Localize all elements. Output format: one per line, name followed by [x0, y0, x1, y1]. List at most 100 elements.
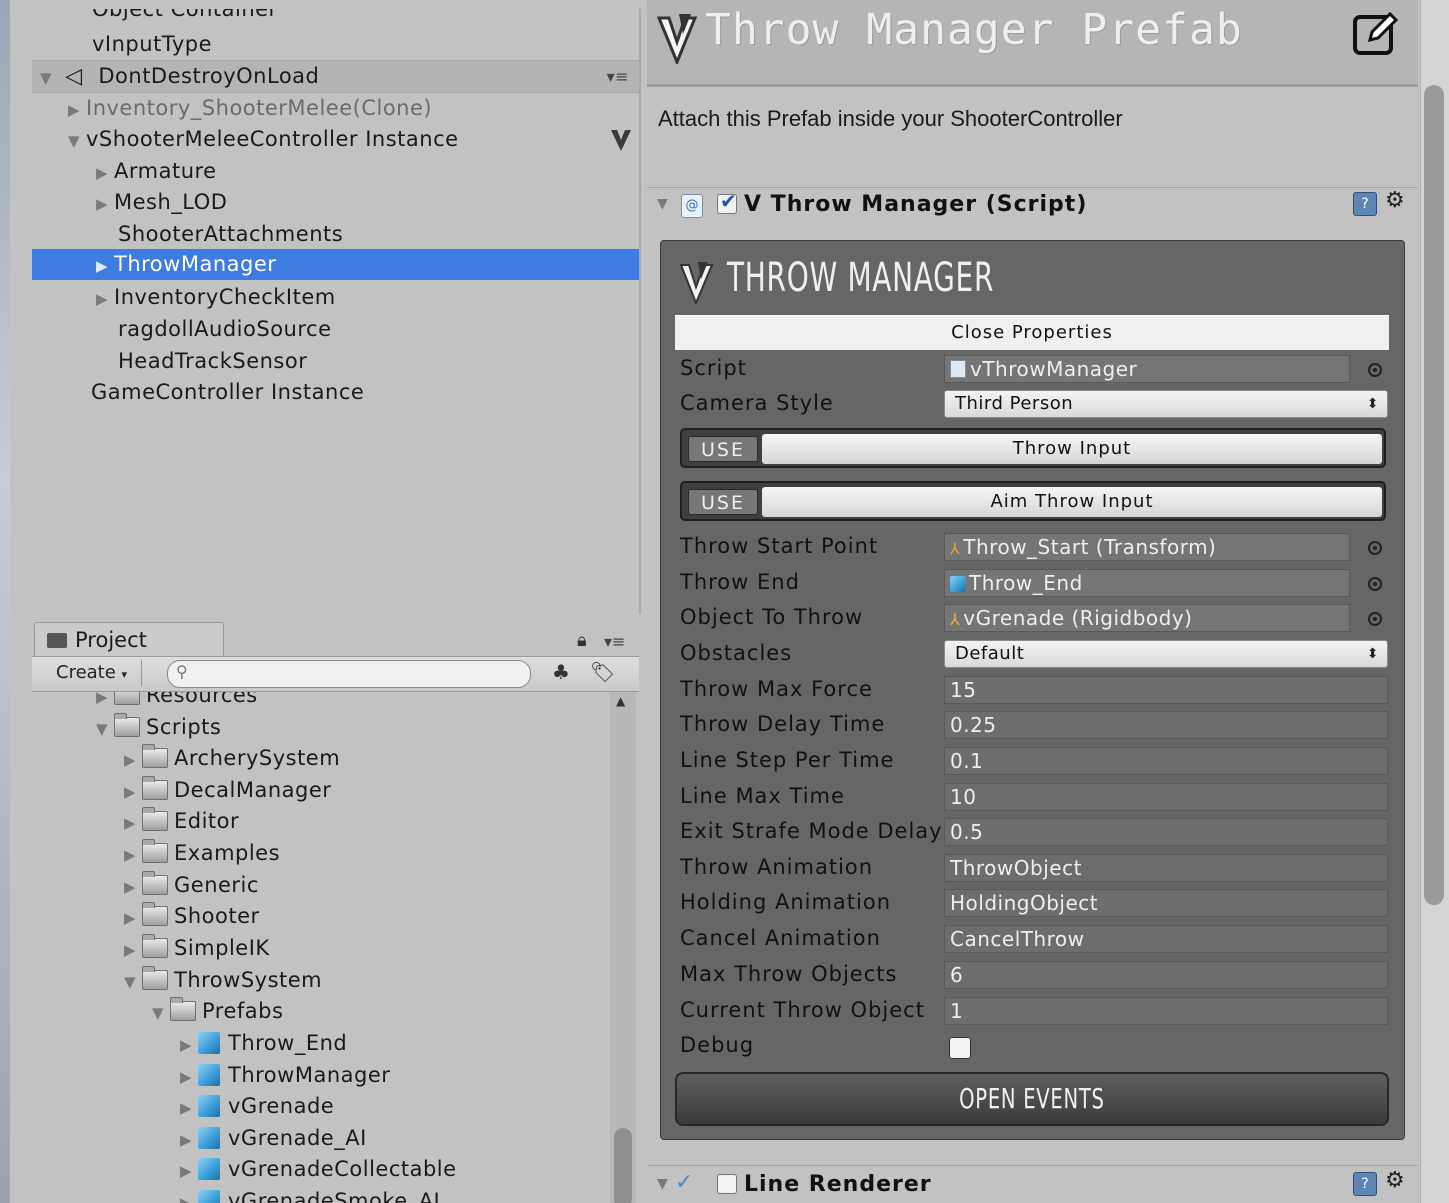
- scroll-up-icon[interactable]: ▲: [616, 694, 625, 708]
- component-header-line-renderer[interactable]: ▼ ✓ Line Renderer ? ⚙: [647, 1165, 1418, 1203]
- debug-checkbox[interactable]: [949, 1037, 971, 1059]
- fold-triangle-icon[interactable]: ▼: [657, 1176, 675, 1192]
- line-max-time-input[interactable]: 10: [944, 783, 1388, 811]
- object-picker-icon[interactable]: [1368, 541, 1382, 555]
- list-item[interactable]: ▶ vGrenadeSmoke_AI: [180, 1186, 440, 1203]
- expand-triangle-icon[interactable]: ▶: [96, 158, 114, 189]
- aim-throw-input-foldout[interactable]: Aim Throw Input: [762, 487, 1382, 517]
- expand-triangle-icon[interactable]: ▶: [124, 903, 142, 934]
- expand-triangle-icon[interactable]: ▶: [124, 808, 142, 839]
- list-item[interactable]: ▶ ArcherySystem: [124, 743, 340, 774]
- hierarchy-item[interactable]: ragdollAudioSource: [118, 314, 332, 345]
- hierarchy-item[interactable]: HeadTrackSensor: [118, 346, 307, 377]
- expand-triangle-icon[interactable]: ▼: [124, 967, 142, 998]
- list-item[interactable]: ▶ vGrenade: [180, 1091, 334, 1122]
- obstacles-layermask-dropdown[interactable]: Default ⬍: [944, 640, 1388, 668]
- expand-triangle-icon[interactable]: ▶: [180, 1156, 198, 1187]
- throw-end-field[interactable]: Throw_End: [944, 569, 1350, 597]
- create-button[interactable]: Create ▾: [44, 660, 142, 686]
- list-item[interactable]: ▶ vGrenadeCollectable: [180, 1154, 457, 1185]
- search-input[interactable]: ⚲: [167, 660, 531, 688]
- hierarchy-item[interactable]: vInputType: [92, 29, 212, 60]
- throw-max-force-input[interactable]: 15: [944, 676, 1388, 704]
- use-throw-input-toggle[interactable]: USE: [688, 436, 758, 462]
- object-to-throw-field[interactable]: ⅄ vGrenade (Rigidbody): [944, 604, 1350, 632]
- panel-menu-icon[interactable]: ▾≡: [604, 632, 625, 651]
- help-icon[interactable]: ?: [1353, 192, 1377, 216]
- open-events-button[interactable]: OPEN EVENTS: [675, 1072, 1389, 1126]
- hierarchy-item[interactable]: ▶ Mesh_LOD: [96, 187, 227, 218]
- expand-triangle-icon[interactable]: ▶: [180, 1188, 198, 1203]
- filter-by-label-icon[interactable]: 🏷︎: [590, 660, 615, 684]
- lock-icon[interactable]: 🔒︎: [577, 630, 587, 651]
- expand-triangle-icon[interactable]: ▶: [180, 1125, 198, 1156]
- expand-triangle-icon[interactable]: ▶: [124, 935, 142, 966]
- hierarchy-item[interactable]: ▶ InventoryCheckItem: [96, 282, 336, 313]
- expand-triangle-icon[interactable]: ▶: [124, 745, 142, 776]
- inspector-scrollbar[interactable]: [1420, 0, 1449, 1203]
- expand-triangle-icon[interactable]: ▶: [96, 692, 114, 713]
- hierarchy-item[interactable]: GameController Instance: [91, 377, 364, 408]
- hierarchy-item[interactable]: ▼ vShooterMeleeController Instance: [68, 124, 638, 155]
- scene-menu-icon[interactable]: ▾≡: [607, 61, 629, 92]
- expand-triangle-icon[interactable]: ▶: [180, 1030, 198, 1061]
- component-enabled-checkbox[interactable]: ✔: [717, 189, 737, 214]
- expand-triangle-icon[interactable]: ▼: [152, 998, 170, 1029]
- close-properties-button[interactable]: Close Properties: [675, 315, 1389, 350]
- camera-style-dropdown[interactable]: Third Person ⬍: [944, 390, 1388, 418]
- throw-input-foldout[interactable]: Throw Input: [762, 434, 1382, 464]
- object-picker-icon[interactable]: [1368, 577, 1382, 591]
- exit-strafe-mode-delay-input[interactable]: 0.5: [944, 818, 1388, 846]
- expand-triangle-icon[interactable]: ▶: [124, 840, 142, 871]
- holding-animation-input[interactable]: HoldingObject: [944, 889, 1388, 917]
- expand-triangle-icon[interactable]: ▼: [40, 63, 58, 94]
- list-item[interactable]: ▶ Resources: [96, 692, 258, 711]
- help-icon[interactable]: ?: [1353, 1172, 1377, 1196]
- list-item[interactable]: ▼ Prefabs: [152, 996, 283, 1027]
- fold-triangle-icon[interactable]: ▼: [657, 196, 675, 212]
- component-header-throw-manager[interactable]: ▼ @ ✔ V Throw Manager (Script) ? ⚙: [647, 187, 1418, 226]
- current-throw-object-input[interactable]: 1: [944, 997, 1388, 1025]
- script-field[interactable]: vThrowManager: [944, 355, 1350, 383]
- expand-triangle-icon[interactable]: ▼: [96, 714, 114, 745]
- hierarchy-item[interactable]: ▶ Inventory_ShooterMelee(Clone): [68, 93, 432, 124]
- expand-triangle-icon[interactable]: ▶: [124, 777, 142, 808]
- hierarchy-item[interactable]: ▶ Armature: [96, 156, 217, 187]
- hierarchy-item-selected[interactable]: ▶ ThrowManager: [32, 249, 639, 280]
- throw-animation-input[interactable]: ThrowObject: [944, 854, 1388, 882]
- list-item[interactable]: ▶ Shooter: [124, 901, 260, 932]
- list-item[interactable]: ▶ Generic: [124, 870, 259, 901]
- object-picker-icon[interactable]: [1368, 612, 1382, 626]
- expand-triangle-icon[interactable]: ▶: [68, 95, 86, 126]
- gear-icon[interactable]: ⚙: [1385, 188, 1405, 213]
- expand-triangle-icon[interactable]: ▶: [96, 251, 114, 282]
- expand-triangle-icon[interactable]: ▶: [96, 189, 114, 220]
- list-item[interactable]: ▼ Scripts: [96, 712, 221, 743]
- component-enabled-checkbox[interactable]: [717, 1174, 737, 1194]
- cancel-animation-input[interactable]: CancelThrow: [944, 925, 1388, 953]
- expand-triangle-icon[interactable]: ▼: [68, 126, 86, 157]
- use-aim-throw-input-toggle[interactable]: USE: [688, 489, 758, 515]
- filter-by-type-icon[interactable]: ♣: [552, 660, 570, 684]
- edit-icon[interactable]: [1352, 10, 1398, 56]
- throw-delay-time-input[interactable]: 0.25: [944, 711, 1388, 739]
- list-item[interactable]: ▼ ThrowSystem: [124, 965, 322, 996]
- scrollbar-thumb[interactable]: [1424, 85, 1444, 905]
- expand-triangle-icon[interactable]: ▶: [96, 284, 114, 315]
- project-scrollbar[interactable]: ▲: [610, 692, 636, 1203]
- throw-start-point-field[interactable]: ⅄ Throw_Start (Transform): [944, 533, 1350, 561]
- list-item[interactable]: ▶ vGrenade_AI: [180, 1123, 367, 1154]
- list-item[interactable]: ▶ ThrowManager: [180, 1060, 390, 1091]
- gear-icon[interactable]: ⚙: [1385, 1168, 1405, 1193]
- list-item[interactable]: ▶ SimpleIK: [124, 933, 270, 964]
- expand-triangle-icon[interactable]: ▶: [180, 1062, 198, 1093]
- line-step-per-time-input[interactable]: 0.1: [944, 747, 1388, 775]
- list-item[interactable]: ▶ Editor: [124, 806, 239, 837]
- expand-triangle-icon[interactable]: ▶: [124, 872, 142, 903]
- list-item[interactable]: ▶ DecalManager: [124, 775, 331, 806]
- tab-project[interactable]: Project: [34, 622, 224, 656]
- hierarchy-item[interactable]: Object Container: [92, 9, 278, 25]
- hierarchy-item[interactable]: ShooterAttachments: [118, 219, 343, 250]
- scrollbar-thumb[interactable]: [614, 1128, 632, 1203]
- scene-header-dontdestroyonload[interactable]: ▼ ◁ DontDestroyOnLoad ▾≡: [32, 60, 639, 93]
